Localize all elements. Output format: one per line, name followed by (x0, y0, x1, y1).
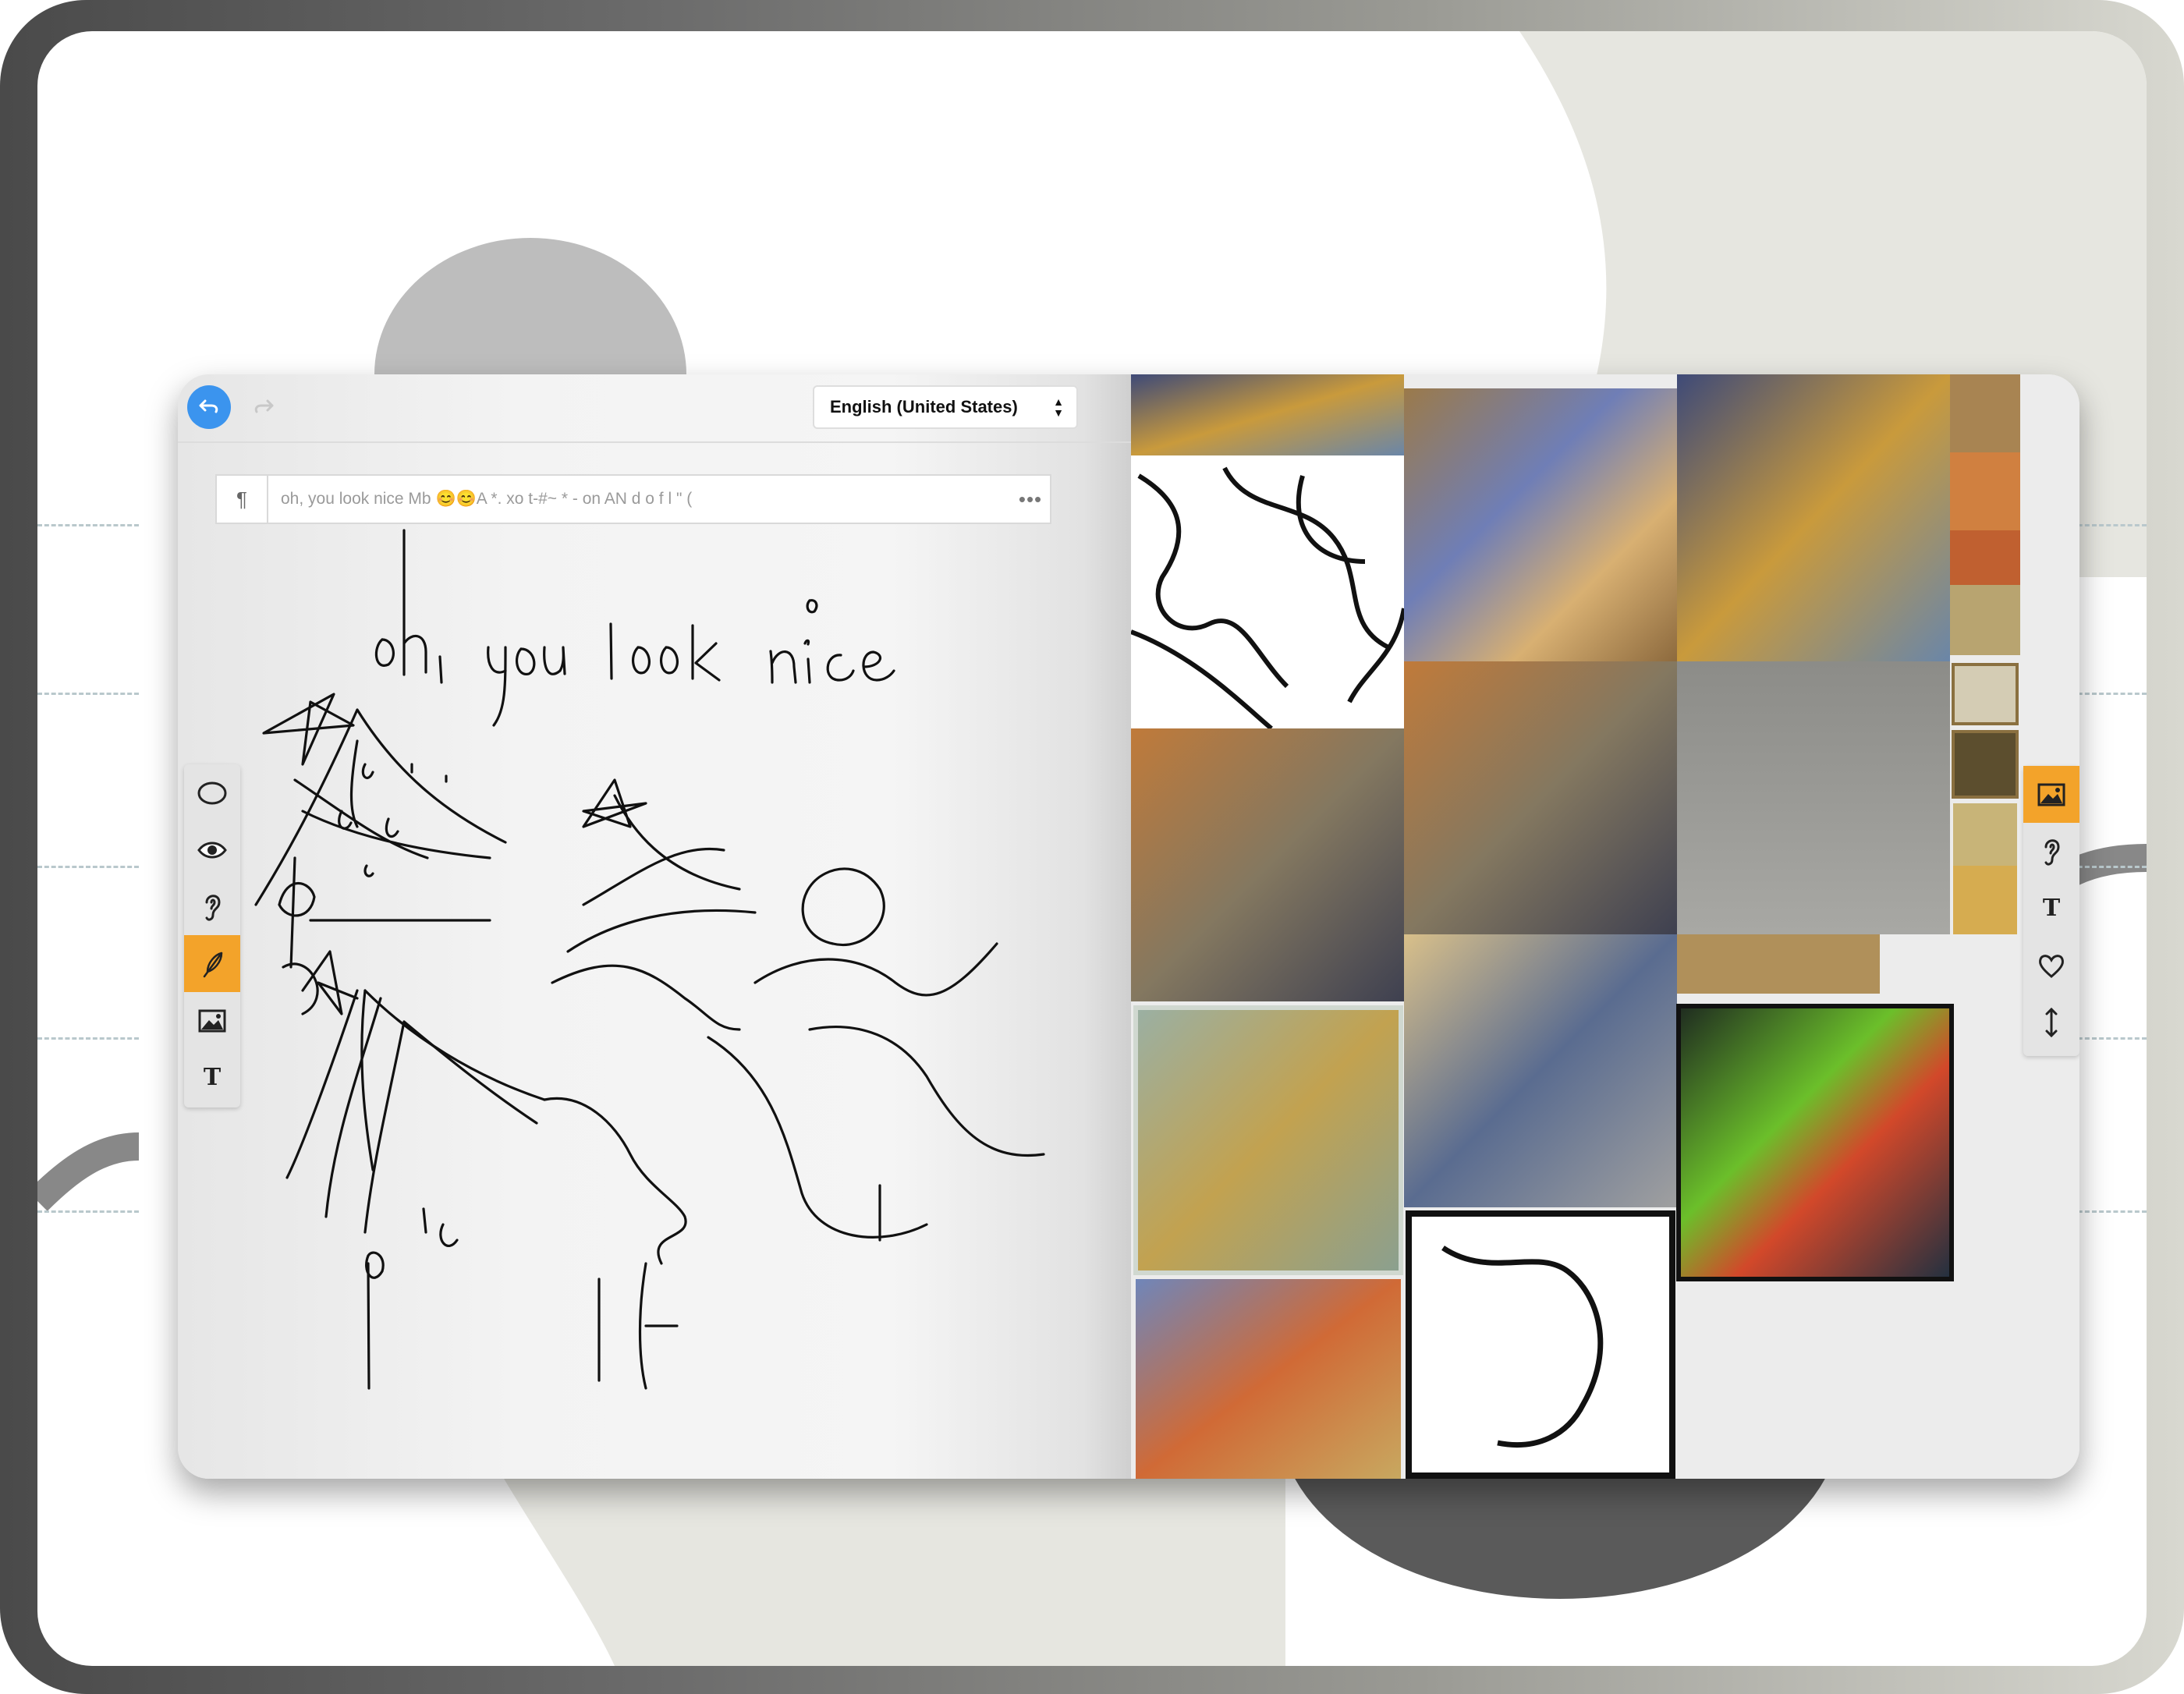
artwork-thumb (1950, 452, 2020, 530)
heart-icon (2039, 954, 2064, 978)
recognized-text-field[interactable]: oh, you look nice Mb 😊😊A *. xo t-#~ * - … (268, 490, 1011, 509)
undo-arrow-icon (199, 399, 218, 413)
ear-icon (205, 894, 221, 921)
image-icon (198, 1009, 226, 1032)
eye-tool-button[interactable] (184, 821, 240, 878)
text-tool-button[interactable]: T (184, 1049, 240, 1106)
guide-line (37, 524, 139, 526)
artwork-tile (1131, 455, 1404, 728)
language-select[interactable]: English (United States) ▲ ▼ (813, 385, 1078, 429)
device-frame: English (United States) ▲ ▼ ¶ oh, you loo… (0, 0, 2184, 1694)
artwork-tile (1677, 374, 1950, 661)
heart-tool-button[interactable] (2023, 937, 2079, 994)
artwork-tile (1677, 934, 1880, 994)
image-icon (2037, 783, 2065, 806)
collage-canvas (1129, 374, 2020, 1479)
image-tool-button[interactable] (2023, 766, 2079, 823)
artwork-tile (1677, 661, 1950, 934)
lasso-tool-button[interactable] (184, 764, 240, 821)
image-tool-button[interactable] (184, 992, 240, 1049)
text-icon: T (2042, 895, 2061, 922)
notebook-app: English (United States) ▲ ▼ ¶ oh, you loo… (178, 374, 2079, 1479)
handwriting-strokes (374, 529, 895, 727)
guide-line (37, 866, 139, 868)
artwork-thumb (1953, 866, 2017, 934)
device-screen: English (United States) ▲ ▼ ¶ oh, you loo… (37, 31, 2147, 1666)
select-arrows-icon: ▲ ▼ (1053, 395, 1064, 419)
ear-icon (2044, 838, 2060, 866)
top-toolbar: English (United States) ▲ ▼ (178, 374, 1131, 443)
text-icon: T (203, 1064, 222, 1091)
sketch-canvas[interactable] (178, 374, 1131, 1479)
resize-tool-button[interactable] (2023, 994, 2079, 1051)
guide-line (37, 693, 139, 695)
feather-pen-icon (203, 952, 223, 977)
doodle-strokes (254, 693, 1045, 1390)
drawing-page[interactable]: English (United States) ▲ ▼ ¶ oh, you loo… (178, 374, 1131, 1479)
eye-icon (197, 842, 227, 858)
guide-line (37, 1037, 139, 1040)
recognized-text-bar[interactable]: ¶ oh, you look nice Mb 😊😊A *. xo t-#~ * … (215, 474, 1051, 524)
guide-line (37, 1210, 139, 1213)
artwork-tile (1133, 1005, 1403, 1275)
redo-button[interactable] (242, 385, 285, 429)
vertical-resize-icon (2045, 1007, 2058, 1037)
artwork-collage (1129, 374, 2079, 1479)
artwork-thumb (1952, 663, 2019, 725)
artwork-thumb (1953, 803, 2017, 866)
text-tool-button[interactable]: T (2023, 880, 2079, 937)
artwork-tile (1404, 388, 1677, 661)
right-tool-palette: T (2023, 766, 2079, 1056)
artwork-tile (1676, 1004, 1954, 1281)
artwork-thumb (1950, 530, 2020, 585)
redo-arrow-icon (254, 399, 274, 413)
artwork-tile (1131, 374, 1404, 455)
lasso-icon (197, 781, 227, 804)
paragraph-icon: ¶ (236, 487, 247, 511)
artwork-tile (1404, 661, 1677, 934)
artwork-thumb (1950, 585, 2020, 655)
more-options-button[interactable]: ••• (1011, 487, 1050, 512)
paragraph-button[interactable]: ¶ (217, 476, 268, 523)
pen-tool-button[interactable] (184, 935, 240, 992)
ear-tool-button[interactable] (2023, 823, 2079, 880)
language-select-value: English (United States) (830, 397, 1018, 416)
left-tool-palette: T (184, 764, 240, 1107)
artwork-tile (1404, 934, 1677, 1207)
artwork-thumb (1952, 730, 2019, 799)
artwork-tile (1131, 728, 1404, 1001)
undo-button[interactable] (187, 385, 231, 429)
artwork-thumb (1950, 374, 2020, 452)
ear-tool-button[interactable] (184, 878, 240, 935)
artwork-tile (1136, 1279, 1401, 1479)
